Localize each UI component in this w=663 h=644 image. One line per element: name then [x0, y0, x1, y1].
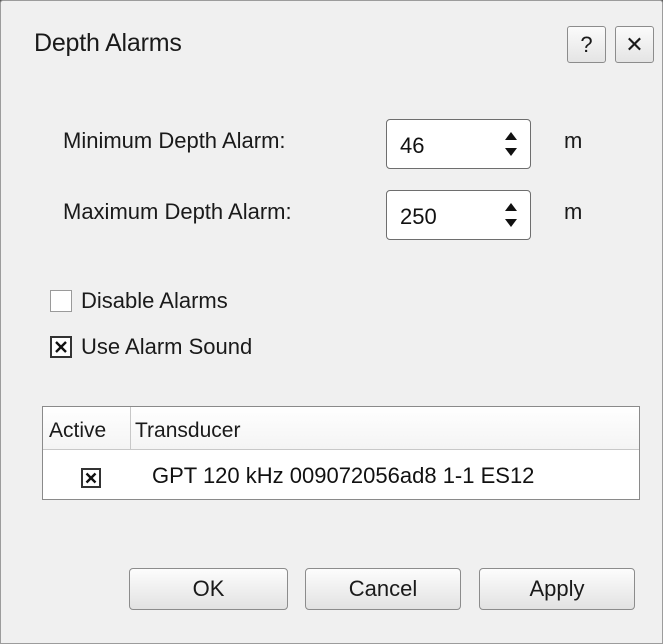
ok-button[interactable]: OK: [129, 568, 288, 610]
dialog-title: Depth Alarms: [34, 29, 182, 57]
disable-alarms-option[interactable]: Disable Alarms: [50, 288, 228, 314]
disable-alarms-checkbox[interactable]: [50, 290, 72, 312]
row-transducer-name: GPT 120 kHz 009072056ad8 1-1 ES12: [152, 463, 535, 488]
min-depth-value[interactable]: 46: [400, 133, 424, 159]
spin-arrows-icon[interactable]: [501, 130, 521, 158]
help-button[interactable]: ?: [567, 26, 606, 63]
transducer-table: Active Transducer GPT 120 kHz 009072056a…: [42, 406, 640, 500]
column-divider[interactable]: [130, 407, 131, 449]
depth-alarms-dialog: Depth Alarms ? ✕ Minimum Depth Alarm: 46…: [0, 0, 663, 644]
max-depth-label: Maximum Depth Alarm:: [63, 199, 292, 224]
row-active-checkbox[interactable]: [81, 468, 101, 488]
check-x-icon: [85, 472, 97, 484]
column-header-transducer[interactable]: Transducer: [135, 419, 240, 443]
use-alarm-sound-checkbox[interactable]: [50, 336, 72, 358]
apply-button[interactable]: Apply: [479, 568, 635, 610]
help-icon: ?: [580, 31, 593, 57]
close-button[interactable]: ✕: [615, 26, 654, 63]
max-depth-value[interactable]: 250: [400, 204, 437, 230]
min-depth-spinbox[interactable]: 46: [386, 119, 531, 169]
min-depth-label: Minimum Depth Alarm:: [63, 128, 286, 153]
column-header-active[interactable]: Active: [49, 419, 106, 443]
max-depth-spinbox[interactable]: 250: [386, 190, 531, 240]
use-alarm-sound-label: Use Alarm Sound: [81, 334, 253, 359]
table-header: Active Transducer: [43, 407, 639, 450]
spin-arrows-icon[interactable]: [501, 201, 521, 229]
disable-alarms-label: Disable Alarms: [81, 288, 228, 313]
max-depth-unit: m: [564, 199, 583, 224]
check-x-icon: [55, 341, 67, 353]
cancel-button[interactable]: Cancel: [305, 568, 461, 610]
close-icon: ✕: [625, 31, 644, 57]
use-alarm-sound-option[interactable]: Use Alarm Sound: [50, 334, 252, 360]
min-depth-unit: m: [564, 128, 583, 153]
